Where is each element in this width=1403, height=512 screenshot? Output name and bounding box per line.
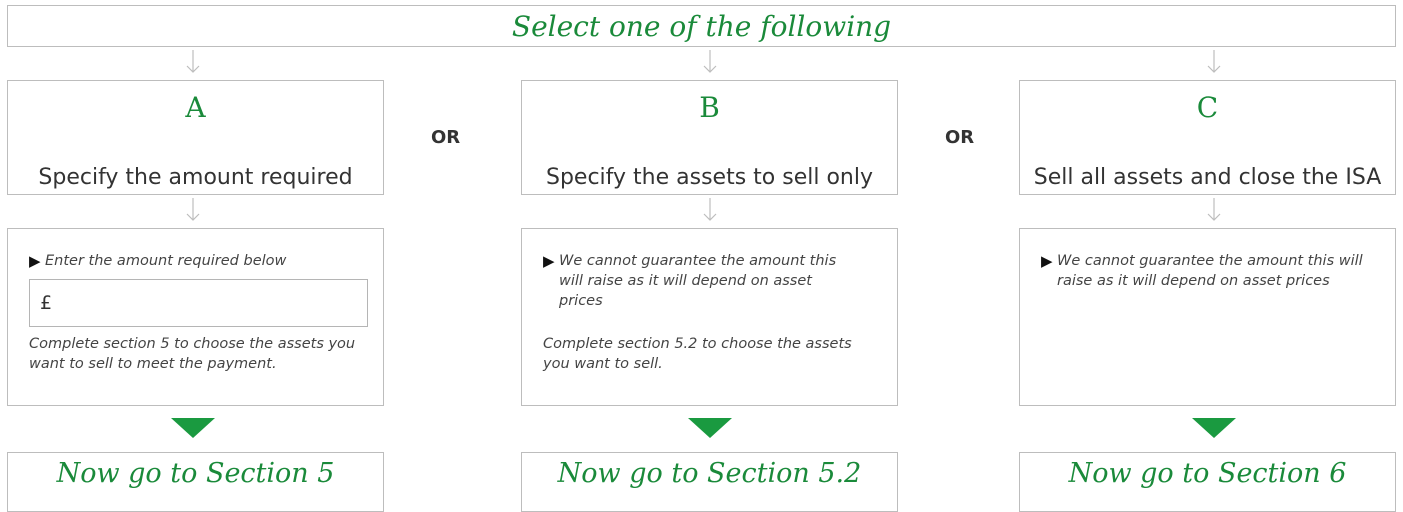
triangle-right-icon: ▶: [543, 252, 555, 270]
goto-text: Now go to Section 5: [56, 458, 335, 489]
triangle-down-icon: [688, 418, 732, 438]
option-b-details: ▶ We cannot guarantee the amount this wi…: [521, 228, 898, 406]
option-a-box[interactable]: A Specify the amount required: [7, 80, 384, 195]
instruction-text: We cannot guarantee the amount this will…: [1057, 253, 1363, 289]
triangle-down-icon: [1192, 418, 1236, 438]
option-letter: B: [699, 91, 720, 124]
or-separator: OR: [431, 127, 461, 148]
selection-header: Select one of the following: [7, 5, 1396, 47]
or-separator: OR: [945, 127, 975, 148]
triangle-down-icon: [171, 418, 215, 438]
goto-text: Now go to Section 5.2: [557, 458, 862, 489]
option-b-box[interactable]: B Specify the assets to sell only: [521, 80, 898, 195]
option-a-details: ▶ Enter the amount required below £ Comp…: [7, 228, 384, 406]
header-title: Select one of the following: [511, 9, 892, 43]
amount-input[interactable]: £: [29, 279, 368, 327]
triangle-right-icon: ▶: [1041, 252, 1053, 270]
currency-symbol: £: [40, 292, 53, 314]
goto-section-6-box: Now go to Section 6: [1019, 452, 1396, 512]
goto-section-5-2-box: Now go to Section 5.2: [521, 452, 898, 512]
option-letter: A: [185, 91, 206, 124]
option-label: Specify the amount required: [38, 165, 353, 190]
instruction-text: Enter the amount required below: [45, 253, 287, 269]
option-c-box[interactable]: C Sell all assets and close the ISA: [1019, 80, 1396, 195]
arrow-down-icon: [186, 198, 200, 221]
arrow-down-icon: [1207, 50, 1221, 73]
arrow-down-icon: [703, 50, 717, 73]
triangle-right-icon: ▶: [29, 252, 41, 270]
instruction-text: We cannot guarantee the amount this will…: [559, 253, 837, 309]
section-note: Complete section 5.2 to choose the asset…: [543, 336, 852, 372]
section-note: Complete section 5 to choose the assets …: [29, 336, 356, 372]
option-letter: C: [1196, 91, 1219, 124]
instruction-bullet: ▶ We cannot guarantee the amount this wi…: [543, 251, 857, 311]
option-label: Sell all assets and close the ISA: [1033, 165, 1382, 190]
instruction-bullet: ▶ We cannot guarantee the amount this wi…: [1041, 251, 1365, 291]
option-c-details: ▶ We cannot guarantee the amount this wi…: [1019, 228, 1396, 406]
arrow-down-icon: [186, 50, 200, 73]
option-label: Specify the assets to sell only: [546, 165, 873, 190]
goto-section-5-box: Now go to Section 5: [7, 452, 384, 512]
goto-text: Now go to Section 6: [1068, 458, 1347, 489]
instruction-bullet: ▶ Enter the amount required below: [29, 251, 365, 271]
arrow-down-icon: [1207, 198, 1221, 221]
arrow-down-icon: [703, 198, 717, 221]
